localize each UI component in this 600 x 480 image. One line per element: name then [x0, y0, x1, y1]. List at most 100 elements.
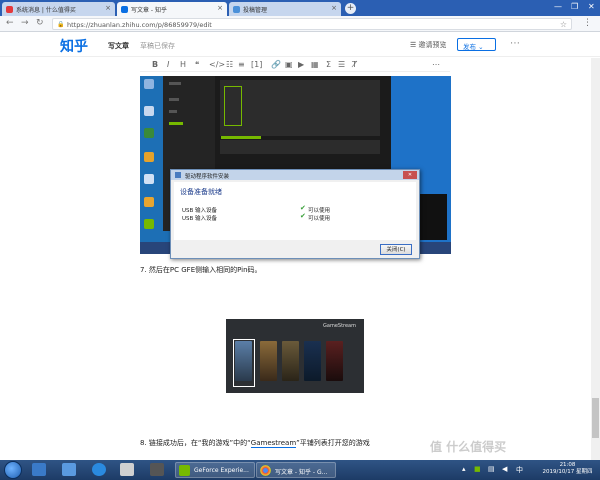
url-input[interactable]: 🔒 https://zhuanlan.zhihu.com/p/86859979/… — [52, 18, 572, 30]
zhihu-logo[interactable]: 知乎 — [60, 36, 88, 56]
step8-text-a: 8. 链接成功后，在“我的游戏”中的“ — [140, 439, 251, 447]
draft-status: 草稿已保存 — [140, 42, 175, 50]
start-button[interactable] — [4, 461, 22, 479]
desktop-icon — [144, 219, 154, 229]
folder-icon[interactable] — [120, 463, 134, 476]
tray-chevron-icon[interactable]: ▴ — [462, 465, 466, 473]
desktop-icon — [144, 197, 154, 207]
unordered-list-icon[interactable]: ≡ — [238, 60, 245, 69]
reload-icon[interactable]: ↻ — [36, 18, 44, 28]
url-text: https://zhuanlan.zhihu.com/p/86859979/ed… — [67, 21, 212, 29]
volume-icon[interactable]: ◀ — [502, 465, 507, 473]
step8-text-c: ”平铺列表打开您的游戏 — [296, 439, 370, 447]
maximize-icon[interactable]: ❐ — [571, 2, 578, 11]
ordered-list-icon[interactable]: ☷ — [226, 60, 233, 69]
ime-icon[interactable]: 中 — [516, 465, 523, 475]
step7-text: 7. 然后在PC GFE侧输入相同的Pin码。 — [140, 266, 262, 274]
dialog-close-button[interactable]: 关闭(C) — [380, 244, 412, 255]
browser-menu-icon[interactable]: ⋮ — [583, 18, 592, 28]
bookmark-star-icon[interactable]: ☆ — [560, 20, 567, 29]
desktop-icon — [144, 106, 154, 116]
invite-preview-button[interactable]: ☰ 邀请预览 — [410, 40, 447, 50]
clear-format-icon[interactable]: Ⱦ — [352, 60, 357, 69]
dialog-body: 设备准备就绪 USB 输入设备 ✔ 可以使用 USB 输入设备 ✔ 可以使用 — [174, 182, 416, 240]
explorer-icon[interactable] — [62, 463, 76, 476]
game-tile — [235, 341, 252, 381]
divider-icon[interactable]: ☰ — [338, 60, 345, 69]
new-tab-button[interactable]: + — [345, 3, 356, 14]
app-icon[interactable] — [150, 463, 164, 476]
checkmark-icon: ✔ — [300, 204, 306, 212]
game-tile — [304, 341, 321, 381]
quote-icon[interactable]: ❝ — [195, 60, 199, 69]
show-desktop-icon[interactable] — [32, 463, 46, 476]
page-scrollbar[interactable] — [591, 58, 600, 460]
desktop-icon — [144, 79, 154, 89]
code-icon[interactable]: </> — [209, 60, 225, 69]
close-icon[interactable]: ✕ — [403, 171, 417, 179]
driver-icon — [175, 172, 181, 178]
driver-install-dialog: 驱动程序软件安装 ✕ 设备准备就绪 USB 输入设备 ✔ 可以使用 USB 输入… — [170, 169, 420, 259]
chrome-icon — [260, 465, 271, 476]
tab-label: 投稿管理 — [243, 7, 268, 14]
bold-icon[interactable]: B — [152, 60, 158, 69]
scrollbar-thumb[interactable] — [592, 398, 599, 438]
windows-taskbar: GeForce Experie... 写文章 - 知乎 - G... ▴ ■ ▤… — [0, 460, 600, 480]
image-icon[interactable]: ▣ — [285, 60, 293, 69]
game-tile — [326, 341, 343, 381]
desktop-icons — [140, 76, 160, 254]
minimize-icon[interactable]: — — [554, 2, 562, 11]
article-paragraph-step8[interactable]: 8. 链接成功后，在“我的游戏”中的“Gamestream”平铺列表打开您的游戏 — [140, 438, 370, 448]
tab-smzdm[interactable]: 系统消息 | 什么值得买 × — [2, 2, 115, 16]
reference-icon[interactable]: [1] — [251, 60, 262, 69]
publish-label: 发布 — [463, 43, 476, 51]
close-icon[interactable]: × — [331, 4, 337, 12]
invite-preview-label: 邀请预览 — [418, 41, 447, 49]
close-icon[interactable]: × — [105, 4, 111, 12]
device-status: 可以使用 — [308, 208, 331, 214]
tab-zhihu[interactable]: 写文章 - 知乎 × — [117, 2, 227, 16]
zhihu-header: 知乎 写文章 草稿已保存 ☰ 邀请预览 发布 ⌄ ⋯ — [0, 33, 600, 57]
taskbar-app-gfe[interactable]: GeForce Experie... — [175, 462, 255, 478]
formula-icon[interactable]: Σ — [326, 60, 331, 69]
gamestream-title: GameStream — [323, 323, 356, 329]
zhihu-favicon-icon — [121, 6, 128, 13]
heading-icon[interactable]: H — [180, 60, 186, 69]
dialog-titlebar: 驱动程序软件安装 ✕ — [171, 170, 419, 180]
network-icon[interactable]: ▤ — [488, 465, 495, 473]
smzdm-favicon-icon — [6, 6, 13, 13]
dialog-title: 驱动程序软件安装 — [185, 174, 230, 180]
page-favicon-icon — [233, 6, 240, 13]
more-icon[interactable]: ⋯ — [510, 38, 520, 49]
lock-icon: 🔒 — [57, 21, 65, 28]
article-paragraph-step7[interactable]: 7. 然后在PC GFE侧输入相同的Pin码。 — [140, 265, 262, 275]
video-icon[interactable]: ▶ — [298, 60, 304, 69]
italic-icon[interactable]: I — [167, 60, 169, 69]
publish-button[interactable]: 发布 ⌄ — [457, 38, 496, 51]
gfe-status-line — [221, 136, 261, 139]
article-image-gamestream: GameStream — [226, 319, 364, 393]
browser-tab-bar: 系统消息 | 什么值得买 × 写文章 - 知乎 × 投稿管理 × + — ❐ ✕ — [0, 0, 600, 16]
chevron-down-icon: ⌄ — [478, 43, 484, 51]
more-tools-icon[interactable]: ⋯ — [432, 60, 440, 69]
preview-icon: ☰ — [410, 41, 419, 49]
nvidia-tray-icon[interactable]: ■ — [474, 465, 481, 473]
back-icon[interactable]: ← — [6, 18, 14, 28]
gfe-settings-row — [220, 140, 380, 154]
write-article-title: 写文章 — [108, 42, 129, 50]
editor-toolbar: B I H ❝ </> ☷ ≡ [1] 🔗 ▣ ▶ ▦ Σ ☰ Ⱦ ⋯ — [140, 58, 450, 72]
ie-icon[interactable] — [92, 463, 106, 476]
address-bar: ← → ↻ 🔒 https://zhuanlan.zhihu.com/p/868… — [0, 16, 600, 32]
desktop-icon — [144, 152, 154, 162]
close-icon[interactable]: × — [217, 4, 223, 12]
table-icon[interactable]: ▦ — [311, 60, 319, 69]
forward-icon[interactable]: → — [21, 18, 29, 28]
gfe-menu-item — [169, 122, 183, 125]
link-icon[interactable]: 🔗 — [271, 60, 281, 69]
system-clock[interactable]: 21:08 2019/10/17 星期四 — [540, 462, 595, 476]
tab-submissions[interactable]: 投稿管理 × — [229, 2, 341, 16]
taskbar-app-label: GeForce Experie... — [194, 467, 249, 474]
game-tile — [260, 341, 277, 381]
close-window-icon[interactable]: ✕ — [588, 2, 595, 11]
taskbar-app-chrome[interactable]: 写文章 - 知乎 - G... — [256, 462, 336, 478]
